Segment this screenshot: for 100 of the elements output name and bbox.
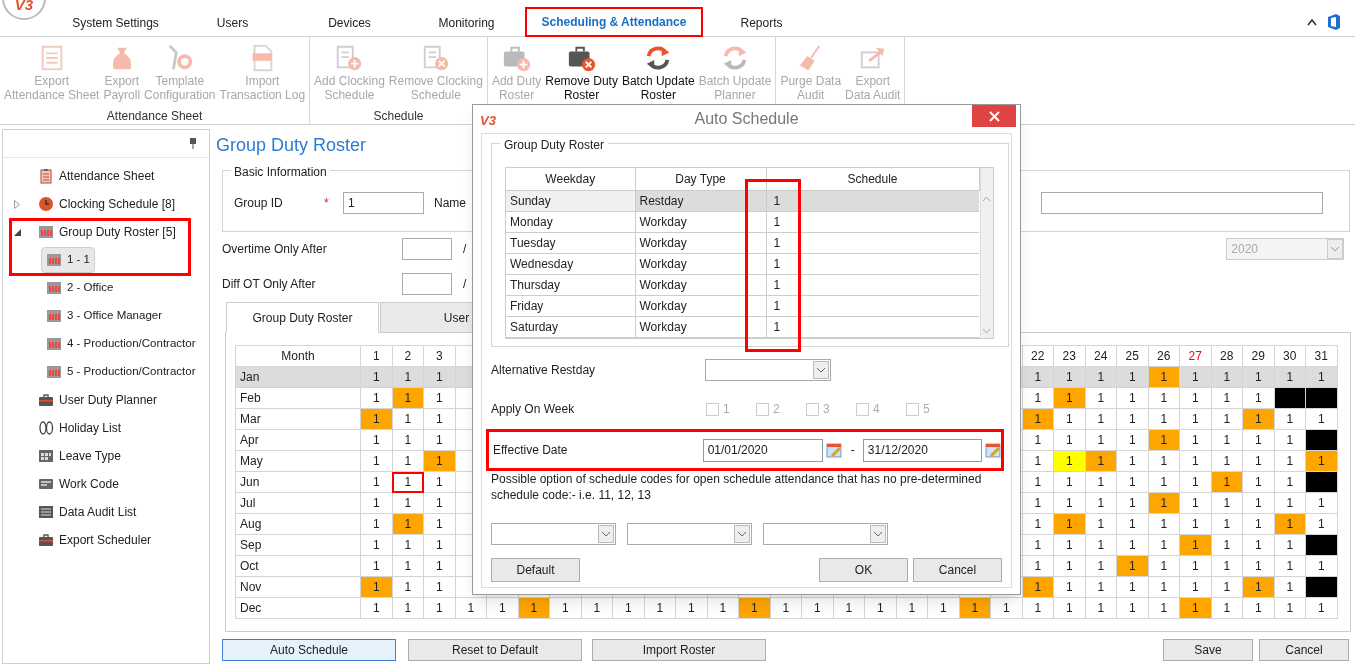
button[interactable]: Default <box>491 558 580 582</box>
day-cell[interactable]: 1 <box>360 597 392 619</box>
day-cell[interactable]: 1 <box>1148 471 1180 493</box>
day-cell[interactable]: 1 <box>1116 387 1148 409</box>
menu-tab[interactable]: System Settings <box>57 10 174 36</box>
day-cell[interactable]: 1 <box>392 429 424 451</box>
day-cell[interactable]: 1 <box>423 429 455 451</box>
menu-tab[interactable]: Monitoring <box>408 10 525 36</box>
day-cell[interactable]: 1 <box>1242 471 1274 493</box>
day-cell[interactable]: 1 <box>392 555 424 577</box>
tree-item[interactable]: Work Code <box>3 470 209 498</box>
day-cell[interactable]: 1 <box>360 450 392 472</box>
day-cell[interactable]: 1 <box>423 513 455 535</box>
day-cell[interactable]: 1 <box>1148 534 1180 556</box>
day-cell[interactable]: 1 <box>1305 492 1337 514</box>
day-cell[interactable]: 1 <box>1274 450 1306 472</box>
input-field[interactable] <box>1041 192 1323 214</box>
day-cell[interactable]: 1 <box>801 597 833 619</box>
day-cell[interactable]: 1 <box>1274 576 1306 598</box>
day-cell[interactable]: 1 <box>360 492 392 514</box>
day-cell[interactable]: 1 <box>1116 450 1148 472</box>
day-cell[interactable]: 1 <box>1305 513 1337 535</box>
day-cell[interactable]: 1 <box>675 597 707 619</box>
day-cell[interactable]: 1 <box>1053 366 1085 388</box>
day-cell[interactable]: 1 <box>1179 492 1211 514</box>
day-cell[interactable]: 1 <box>612 597 644 619</box>
day-cell[interactable]: 1 <box>1053 408 1085 430</box>
day-cell[interactable]: 1 <box>360 429 392 451</box>
day-cell[interactable]: 1 <box>1148 597 1180 619</box>
tree-item[interactable]: User Duty Planner <box>3 386 209 414</box>
day-cell[interactable]: 1 <box>1116 597 1148 619</box>
day-cell[interactable]: 1 <box>423 471 455 493</box>
day-cell[interactable]: 1 <box>1242 597 1274 619</box>
day-cell[interactable]: 1 <box>1053 576 1085 598</box>
tree-item[interactable]: Holiday List <box>3 414 209 442</box>
day-cell[interactable]: 1 <box>1274 471 1306 493</box>
day-cell[interactable]: 1 <box>1179 429 1211 451</box>
day-cell[interactable]: 1 <box>770 597 802 619</box>
day-cell[interactable]: 1 <box>1274 555 1306 577</box>
input-field[interactable]: 1 <box>343 192 424 214</box>
date-field[interactable]: 01/01/2020 <box>702 438 823 462</box>
tree-item[interactable]: 2 - Office <box>3 274 209 302</box>
day-cell[interactable]: 1 <box>1116 429 1148 451</box>
day-cell[interactable]: 1 <box>1148 555 1180 577</box>
day-cell[interactable]: 1 <box>1211 450 1243 472</box>
day-cell[interactable]: 1 <box>1022 471 1054 493</box>
day-cell[interactable]: 1 <box>1148 576 1180 598</box>
day-cell[interactable]: 1 <box>1116 576 1148 598</box>
tree-item[interactable]: Clocking Schedule [8] <box>3 190 209 218</box>
day-cell[interactable]: 1 <box>1085 387 1117 409</box>
day-cell[interactable]: 1 <box>392 534 424 556</box>
day-cell[interactable]: 1 <box>1053 555 1085 577</box>
day-cell[interactable]: 1 <box>1305 408 1337 430</box>
day-cell[interactable]: 1 <box>1022 450 1054 472</box>
day-cell[interactable]: 1 <box>1211 408 1243 430</box>
day-cell[interactable]: 1 <box>1211 555 1243 577</box>
day-cell[interactable]: 1 <box>392 366 424 388</box>
day-cell[interactable]: 1 <box>1116 534 1148 556</box>
day-cell[interactable]: 1 <box>1211 576 1243 598</box>
tree-item[interactable]: Data Audit List <box>3 498 209 526</box>
day-cell[interactable]: 1 <box>1085 576 1117 598</box>
day-cell[interactable]: 1 <box>990 597 1022 619</box>
day-cell[interactable]: 1 <box>896 597 928 619</box>
day-cell[interactable]: 1 <box>423 492 455 514</box>
tree-item[interactable]: 4 - Production/Contractor <box>3 330 209 358</box>
day-cell[interactable]: 1 <box>581 597 613 619</box>
menu-tab[interactable]: Devices <box>291 10 408 36</box>
day-cell[interactable]: 1 <box>360 366 392 388</box>
day-cell[interactable]: 1 <box>1085 534 1117 556</box>
day-cell[interactable]: 1 <box>392 492 424 514</box>
day-cell[interactable]: 1 <box>423 387 455 409</box>
day-cell[interactable]: 1 <box>423 576 455 598</box>
input-field[interactable] <box>402 273 452 295</box>
date-field[interactable]: 31/12/2020 <box>862 438 983 462</box>
day-cell[interactable]: 1 <box>1242 366 1274 388</box>
day-cell[interactable]: 1 <box>1022 534 1054 556</box>
button[interactable]: Save <box>1163 639 1253 661</box>
tree-item[interactable]: 5 - Production/Contractor <box>3 358 209 386</box>
day-cell[interactable]: 1 <box>1179 450 1211 472</box>
button[interactable]: Auto Schedule <box>222 639 396 661</box>
day-cell[interactable]: 1 <box>1211 534 1243 556</box>
ribbon-button[interactable]: Batch Update Roster <box>620 43 696 102</box>
day-cell[interactable]: 1 <box>1179 366 1211 388</box>
day-cell[interactable]: 1 <box>1211 387 1243 409</box>
day-cell[interactable]: 1 <box>1274 366 1306 388</box>
tree-item[interactable]: Group Duty Roster [5] <box>3 218 209 246</box>
dropdown[interactable] <box>627 523 752 545</box>
day-cell[interactable]: 1 <box>927 597 959 619</box>
button[interactable]: Cancel <box>913 558 1002 582</box>
close-button[interactable] <box>972 105 1016 127</box>
day-cell[interactable]: 1 <box>1211 597 1243 619</box>
day-cell[interactable]: 1 <box>455 597 487 619</box>
day-cell[interactable]: 1 <box>423 366 455 388</box>
day-cell[interactable]: 1 <box>1305 597 1337 619</box>
tree-item[interactable]: 3 - Office Manager <box>3 302 209 330</box>
day-cell[interactable]: 1 <box>1242 555 1274 577</box>
day-cell[interactable]: 1 <box>360 387 392 409</box>
day-cell[interactable]: 1 <box>1022 387 1054 409</box>
day-cell[interactable]: 1 <box>1242 534 1274 556</box>
day-cell[interactable]: 1 <box>1053 597 1085 619</box>
